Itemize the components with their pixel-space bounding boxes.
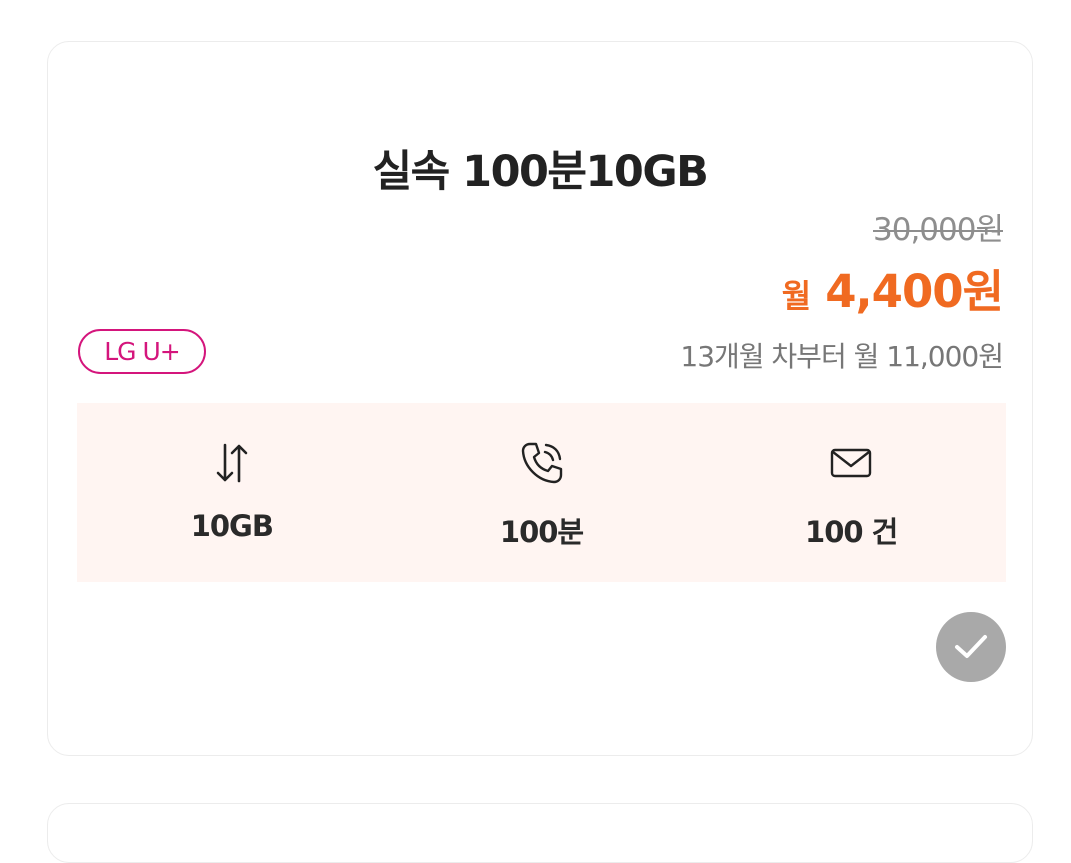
plan-features: 10GB 100분 100 건 [77,403,1006,582]
plan-card[interactable]: 실속 100분10GB 30,000원 월 4,400원 13개월 차부터 월 1… [47,41,1033,756]
sale-price-prefix: 월 [781,277,812,315]
check-icon [955,635,987,658]
feature-sms-value: 100 건 [805,515,898,549]
mail-icon [830,448,872,478]
sale-price: 4,400원 [825,265,1004,318]
plan-title: 실속 100분10GB [372,147,709,197]
original-price: 30,000원 [873,212,1004,248]
select-plan-button[interactable] [936,612,1006,682]
feature-data: 10GB [77,403,387,582]
feature-data-value: 10GB [190,509,274,543]
feature-sms: 100 건 [696,403,1006,582]
price-block: 30,000원 월 4,400원 13개월 차부터 월 11,000원 [680,210,1004,377]
data-transfer-icon [216,443,248,483]
after-promotion-price: 13개월 차부터 월 11,000원 [680,340,1004,373]
next-plan-card[interactable] [47,803,1033,863]
sale-price-row: 월 4,400원 [680,264,1004,330]
phone-call-icon [521,442,562,484]
feature-voice: 100분 [387,403,697,582]
carrier-badge: LG U+ [78,329,206,374]
feature-voice-value: 100분 [499,515,584,549]
